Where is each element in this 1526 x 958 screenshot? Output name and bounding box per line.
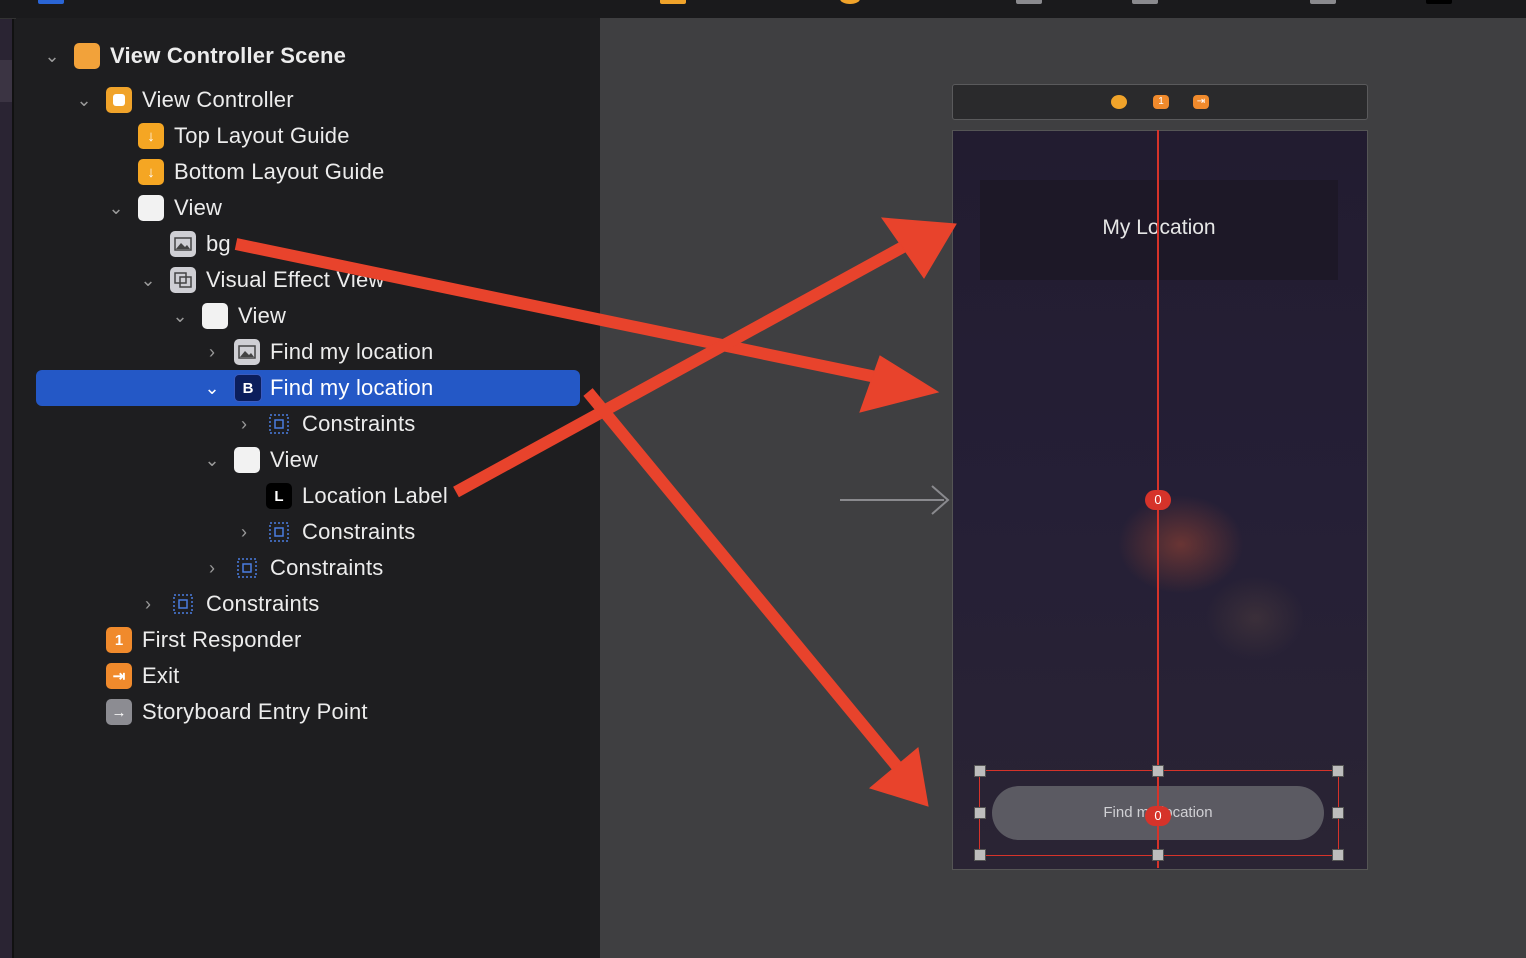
annotation-arrow [234,238,902,388]
annotation-arrow [583,388,905,774]
annotation-arrow-head [859,355,940,413]
annotation-arrows [234,217,957,807]
annotation-arrow-head [868,747,929,807]
